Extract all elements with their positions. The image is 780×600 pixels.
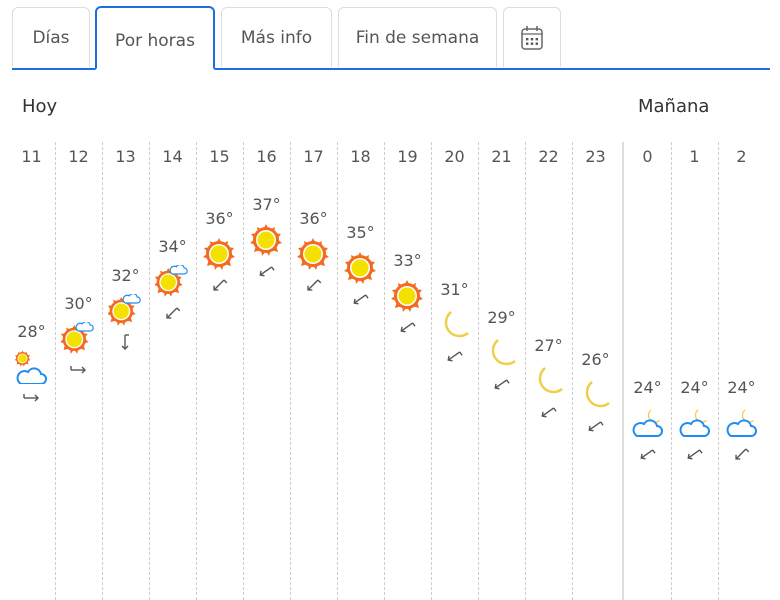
moon-icon <box>437 308 471 342</box>
temperature: 34° <box>158 237 187 257</box>
wind-direction-icon <box>491 374 511 394</box>
column-divider <box>525 142 526 600</box>
sun-cloud-icon <box>153 264 189 299</box>
hour-label: 1 <box>689 147 700 166</box>
hour-label: 18 <box>350 147 371 166</box>
column-divider <box>149 142 150 600</box>
temperature: 32° <box>111 265 140 285</box>
tab-bar: Días Por horas Más info Fin de semana <box>12 5 770 70</box>
wind-direction-icon <box>538 402 558 422</box>
temperature: 24° <box>680 378 709 398</box>
wind-direction-icon <box>585 416 605 436</box>
hour-label: 20 <box>444 147 465 166</box>
hour-label: 16 <box>256 147 277 166</box>
sun-icon <box>249 223 283 257</box>
sun-icon <box>343 251 377 285</box>
temperature: 26° <box>581 350 610 370</box>
cloud-moon-icon <box>630 406 664 440</box>
wind-direction-icon <box>350 289 370 309</box>
tab-fin-de-semana[interactable]: Fin de semana <box>338 7 497 67</box>
wind-direction-icon <box>397 317 417 337</box>
temperature: 31° <box>440 279 469 299</box>
cloud-moon-icon <box>724 406 758 440</box>
sun-icon <box>296 237 330 271</box>
day-label-tomorrow: Mañana <box>638 96 710 117</box>
sun-cloud-icon <box>106 292 142 328</box>
wind-direction-icon <box>684 444 704 464</box>
hour-label: 19 <box>397 147 418 166</box>
wind-direction-icon <box>303 275 323 295</box>
tab-mas-info[interactable]: Más info <box>221 7 332 67</box>
calendar-icon <box>521 25 543 50</box>
column-divider <box>718 142 719 600</box>
wind-direction-icon <box>162 303 182 323</box>
temperature: 33° <box>393 251 422 271</box>
wind-direction-icon <box>637 444 657 464</box>
partly-cloudy-icon <box>14 350 48 385</box>
temperature: 24° <box>727 378 756 398</box>
hour-label: 22 <box>538 147 559 166</box>
hour-label: 23 <box>585 147 606 166</box>
temperature: 37° <box>252 195 281 214</box>
sun-icon <box>202 237 236 271</box>
wind-direction-icon <box>444 346 464 366</box>
hour-label: 13 <box>115 147 136 166</box>
hour-label: 12 <box>68 147 89 166</box>
column-divider <box>102 142 103 600</box>
temperature: 36° <box>299 209 328 229</box>
column-divider <box>671 142 672 600</box>
tab-por-horas[interactable]: Por horas <box>95 6 215 70</box>
column-divider <box>55 142 56 600</box>
column-divider <box>431 142 432 600</box>
hour-label: 0 <box>642 147 653 166</box>
temperature: 36° <box>205 209 234 229</box>
hour-label: 21 <box>491 147 512 166</box>
tab-dias[interactable]: Días <box>12 7 90 67</box>
sun-cloud-icon <box>59 320 95 356</box>
sun-icon <box>390 279 424 313</box>
tab-calendar[interactable] <box>503 7 561 67</box>
hour-label: 2 <box>736 147 747 166</box>
column-divider <box>478 142 479 600</box>
hour-label: 15 <box>209 147 230 166</box>
moon-icon <box>578 378 612 412</box>
temperature: 29° <box>487 307 516 327</box>
temperature: 30° <box>64 293 93 313</box>
cloud-moon-icon <box>677 406 711 440</box>
wind-direction-icon <box>115 332 135 352</box>
moon-icon <box>484 336 518 370</box>
wind-direction-icon <box>731 444 751 464</box>
temperature: 35° <box>346 223 375 243</box>
day-divider <box>622 142 624 600</box>
wind-direction-icon <box>256 261 276 281</box>
wind-direction-icon <box>68 360 88 380</box>
hour-label: 14 <box>162 147 183 166</box>
wind-direction-icon <box>209 275 229 295</box>
temperature: 28° <box>17 321 46 341</box>
wind-direction-icon <box>21 388 41 408</box>
hour-label: 17 <box>303 147 324 166</box>
moon-icon <box>531 364 565 398</box>
temperature: 24° <box>633 378 662 398</box>
temperature: 27° <box>534 336 563 355</box>
day-label-today: Hoy <box>22 96 58 117</box>
hour-label: 11 <box>21 147 42 166</box>
column-divider <box>384 142 385 600</box>
column-divider <box>572 142 573 600</box>
column-divider <box>337 142 338 600</box>
